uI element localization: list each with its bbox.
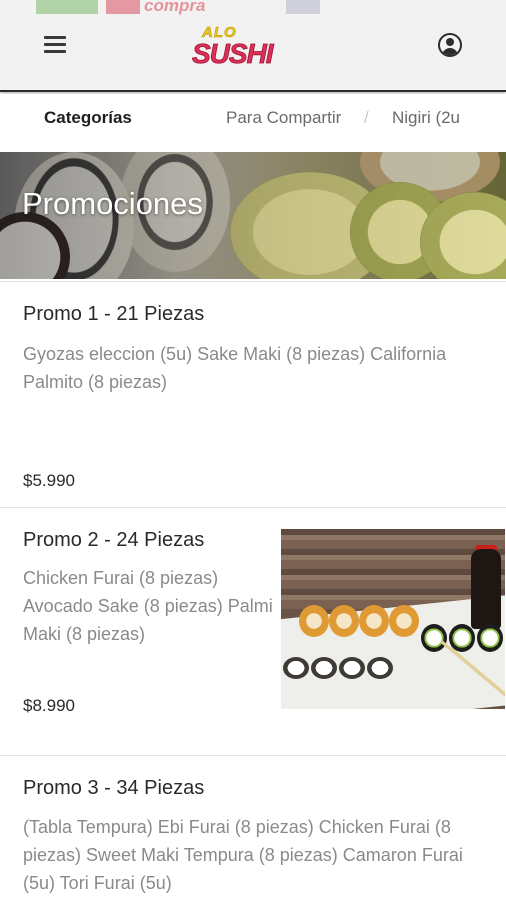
hamburger-menu-icon[interactable] bbox=[44, 34, 68, 54]
promo-name: Promo 3 - 34 Piezas bbox=[23, 777, 205, 799]
banner-red-block bbox=[106, 0, 140, 14]
promo-item[interactable]: Promo 2 - 24 Piezas Chicken Furai (8 pie… bbox=[0, 507, 506, 753]
banner-text: compra bbox=[144, 0, 206, 15]
tab-separator: / bbox=[364, 108, 369, 127]
section-title: Promociones bbox=[22, 186, 203, 221]
user-account-icon[interactable] bbox=[438, 33, 462, 57]
promo-banner-strip: compra bbox=[36, 0, 320, 16]
tab-nigiri[interactable]: Nigiri (2u bbox=[392, 108, 466, 128]
tab-categorias[interactable]: Categorías bbox=[44, 108, 132, 128]
logo-main-text: SUSHI bbox=[192, 38, 274, 70]
promo-price: $8.990 bbox=[23, 696, 75, 715]
promo-description: (Tabla Tempura) Ebi Furai (8 piezas) Chi… bbox=[23, 817, 463, 893]
banner-grey-block bbox=[286, 0, 320, 14]
app-header: compra ALO SUSHI bbox=[0, 0, 506, 92]
promociones-hero-banner: Promociones bbox=[0, 152, 506, 279]
banner-green-block bbox=[36, 0, 98, 14]
promo-name: Promo 1 - 21 Piezas bbox=[23, 303, 205, 325]
tab-para-compartir[interactable]: Para Compartir bbox=[226, 108, 341, 128]
promo-price: $5.990 bbox=[23, 471, 75, 490]
promo-name: Promo 2 - 24 Piezas bbox=[23, 529, 205, 551]
category-tabs: Categorías Para Compartir / Nigiri (2u bbox=[0, 94, 506, 148]
promo-item[interactable]: Promo 3 - 34 Piezas (Tabla Tempura) Ebi … bbox=[0, 755, 506, 900]
alo-sushi-logo[interactable]: ALO SUSHI bbox=[190, 22, 294, 74]
promo-item[interactable]: Promo 1 - 21 Piezas Gyozas eleccion (5u)… bbox=[0, 281, 506, 505]
promo-description: Gyozas eleccion (5u) Sake Maki (8 piezas… bbox=[23, 344, 447, 392]
promo-photo bbox=[281, 529, 505, 709]
promo-description: Chicken Furai (8 piezas) Avocado Sake (8… bbox=[23, 568, 273, 644]
